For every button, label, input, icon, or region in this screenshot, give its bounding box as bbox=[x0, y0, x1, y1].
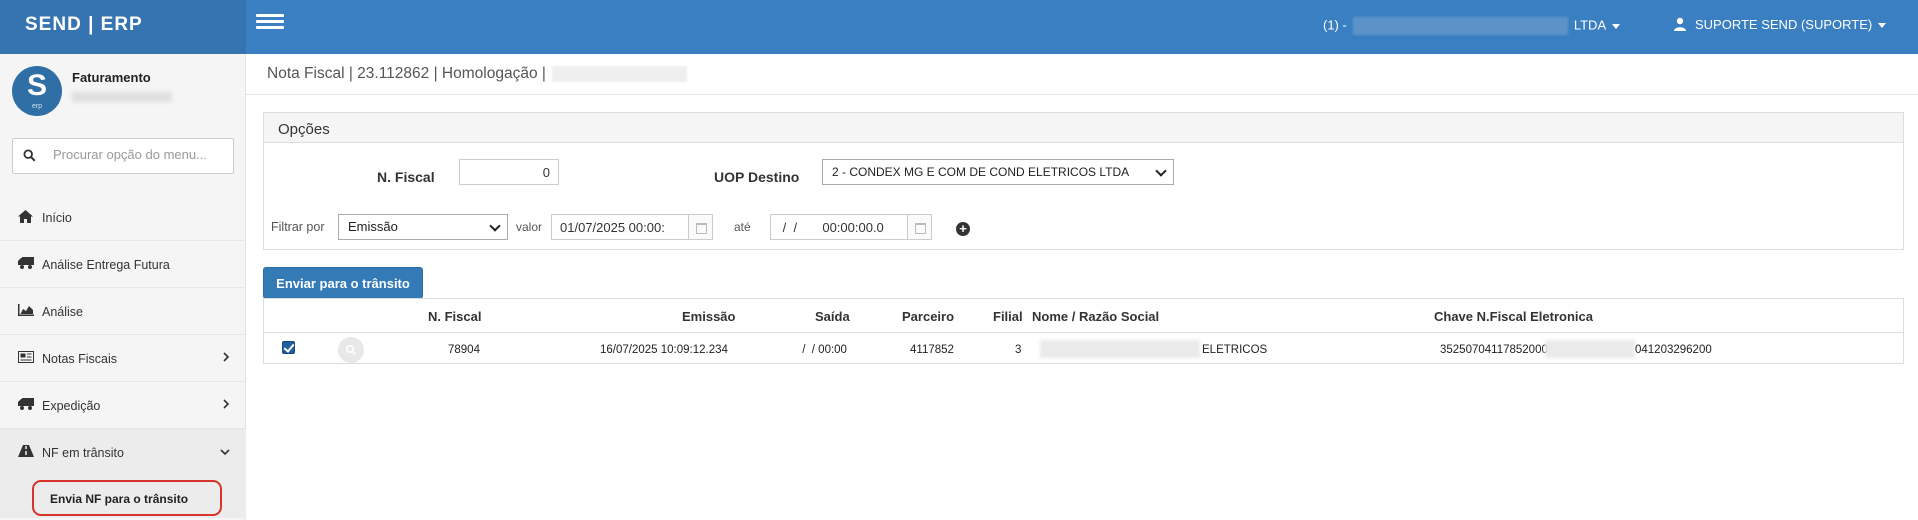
avatar: S erp bbox=[12, 66, 62, 116]
user-menu[interactable]: SUPORTE SEND (SUPORTE) bbox=[1673, 17, 1887, 34]
chevron-down-icon bbox=[489, 220, 501, 232]
valor-date-input[interactable] bbox=[551, 214, 689, 240]
chevron-right-icon bbox=[223, 398, 230, 412]
chevron-down-icon bbox=[1878, 23, 1887, 29]
avatar-letter: S bbox=[26, 69, 47, 102]
col-chave[interactable]: Chave N.Fiscal Eletronica bbox=[1434, 309, 1593, 324]
menu-search bbox=[12, 138, 234, 174]
cell-chave-end: 041203296200 bbox=[1635, 344, 1712, 356]
sidebar-item-expedicao[interactable]: Expedição bbox=[0, 382, 246, 429]
cell-chave-redacted bbox=[1545, 340, 1635, 358]
cell-filial: 3 bbox=[1015, 344, 1022, 356]
menu-toggle-icon[interactable] bbox=[256, 14, 284, 38]
user-name: SUPORTE SEND (SUPORTE) bbox=[1695, 17, 1873, 32]
col-parceiro[interactable]: Parceiro bbox=[902, 309, 954, 324]
sidebar-item-inicio[interactable]: Início bbox=[0, 194, 246, 241]
chevron-right-icon bbox=[223, 351, 230, 365]
cell-nf: 78904 bbox=[448, 344, 480, 356]
nf-input[interactable] bbox=[459, 159, 559, 185]
cell-nome-redacted bbox=[1040, 340, 1200, 358]
chevron-down-icon bbox=[220, 445, 230, 459]
company-suffix: LTDA bbox=[1573, 17, 1607, 33]
cell-parceiro: 4117852 bbox=[910, 344, 954, 356]
col-nf[interactable]: N. Fiscal bbox=[428, 309, 481, 324]
uop-selected-value: 2 - CONDEX MG E COM DE COND ELETRICOS LT… bbox=[832, 165, 1130, 179]
truck-icon bbox=[18, 398, 34, 412]
truck-icon bbox=[18, 257, 34, 271]
company-name-redacted bbox=[1352, 17, 1568, 35]
filter-selected-value: Emissão bbox=[348, 219, 398, 234]
page-title-redacted bbox=[551, 65, 687, 82]
view-details-button[interactable] bbox=[338, 337, 364, 363]
sidebar-menu: Início Análise Entrega Futura Análise No… bbox=[0, 194, 246, 518]
cell-nome: ELETRICOS bbox=[1202, 344, 1268, 356]
options-heading: Opções bbox=[264, 113, 1903, 143]
submenu-nf-em-transito: Envia NF para o trânsito bbox=[0, 476, 246, 518]
uop-select[interactable]: 2 - CONDEX MG E COM DE COND ELETRICOS LT… bbox=[822, 159, 1174, 185]
page-title-text: Nota Fiscal | 23.112862 | Homologação | bbox=[267, 65, 546, 82]
profile-detail-redacted bbox=[72, 92, 172, 102]
valor-label: valor bbox=[516, 220, 543, 234]
results-table: N. Fiscal Emissão Saída Parceiro Filial … bbox=[263, 298, 1904, 364]
company-prefix: (1) - bbox=[1323, 17, 1347, 33]
col-filial[interactable]: Filial bbox=[993, 309, 1023, 324]
ate-date-input[interactable] bbox=[770, 214, 908, 240]
menu-search-input[interactable] bbox=[53, 147, 228, 162]
uop-label: UOP Destino bbox=[714, 169, 800, 185]
top-navbar: SEND | ERP (1) - LTDA SUPORTE SEND (SUPOR… bbox=[0, 0, 1918, 54]
home-icon bbox=[18, 210, 34, 224]
col-nome[interactable]: Nome / Razão Social bbox=[1032, 309, 1159, 324]
page-title: Nota Fiscal | 23.112862 | Homologação | bbox=[267, 65, 687, 83]
sidebar-item-nf-em-transito[interactable]: NF em trânsito bbox=[0, 429, 246, 476]
send-to-transit-button[interactable]: Enviar para o trânsito bbox=[263, 267, 423, 299]
sidebar-item-label: Análise bbox=[42, 305, 83, 319]
road-icon bbox=[18, 445, 34, 459]
title-divider bbox=[246, 94, 1918, 95]
sidebar-item-label: NF em trânsito bbox=[42, 446, 124, 460]
table-header: N. Fiscal Emissão Saída Parceiro Filial … bbox=[264, 299, 1903, 333]
sidebar-item-label: Início bbox=[42, 211, 72, 225]
row-checkbox[interactable] bbox=[282, 341, 295, 354]
sidebar-item-label: Notas Fiscais bbox=[42, 352, 118, 366]
company-selector[interactable]: (1) - LTDA bbox=[1323, 17, 1621, 35]
area-chart-icon bbox=[18, 304, 34, 318]
brand-logo[interactable]: SEND | ERP bbox=[0, 0, 246, 54]
filter-label: Filtrar por bbox=[271, 220, 325, 234]
col-saida[interactable]: Saída bbox=[815, 309, 850, 324]
sidebar-profile: S erp Faturamento bbox=[0, 54, 245, 134]
chevron-down-icon bbox=[1612, 23, 1621, 29]
profile-name: Faturamento bbox=[72, 70, 151, 85]
chevron-down-icon bbox=[1155, 165, 1167, 177]
cell-chave-start: 352507041178520001 bbox=[1440, 344, 1555, 356]
user-icon bbox=[1673, 17, 1687, 34]
sidebar-item-analise[interactable]: Análise bbox=[0, 288, 246, 335]
sidebar-item-notas-fiscais[interactable]: Notas Fiscais bbox=[0, 335, 246, 382]
cell-saida: / / 00:00 bbox=[799, 344, 847, 356]
calendar-icon[interactable] bbox=[689, 214, 713, 240]
nf-label: N. Fiscal bbox=[377, 169, 435, 185]
sidebar: S erp Faturamento Início Análise Entrega… bbox=[0, 54, 246, 520]
sidebar-subitem-envia-nf[interactable]: Envia NF para o trânsito bbox=[32, 480, 222, 516]
add-filter-icon[interactable]: + bbox=[956, 222, 970, 236]
sidebar-item-label: Análise Entrega Futura bbox=[42, 258, 170, 272]
filter-select[interactable]: Emissão bbox=[338, 214, 508, 240]
col-emissao[interactable]: Emissão bbox=[682, 309, 735, 324]
calendar-icon[interactable] bbox=[908, 214, 932, 240]
sidebar-item-analise-entrega-futura[interactable]: Análise Entrega Futura bbox=[0, 241, 246, 288]
avatar-sub: erp bbox=[31, 103, 43, 110]
ate-label: até bbox=[734, 220, 751, 234]
cell-emissao: 16/07/2025 10:09:12.234 bbox=[600, 344, 728, 356]
newspaper-icon bbox=[18, 351, 34, 365]
sidebar-item-label: Expedição bbox=[42, 399, 101, 413]
search-icon bbox=[23, 149, 36, 165]
